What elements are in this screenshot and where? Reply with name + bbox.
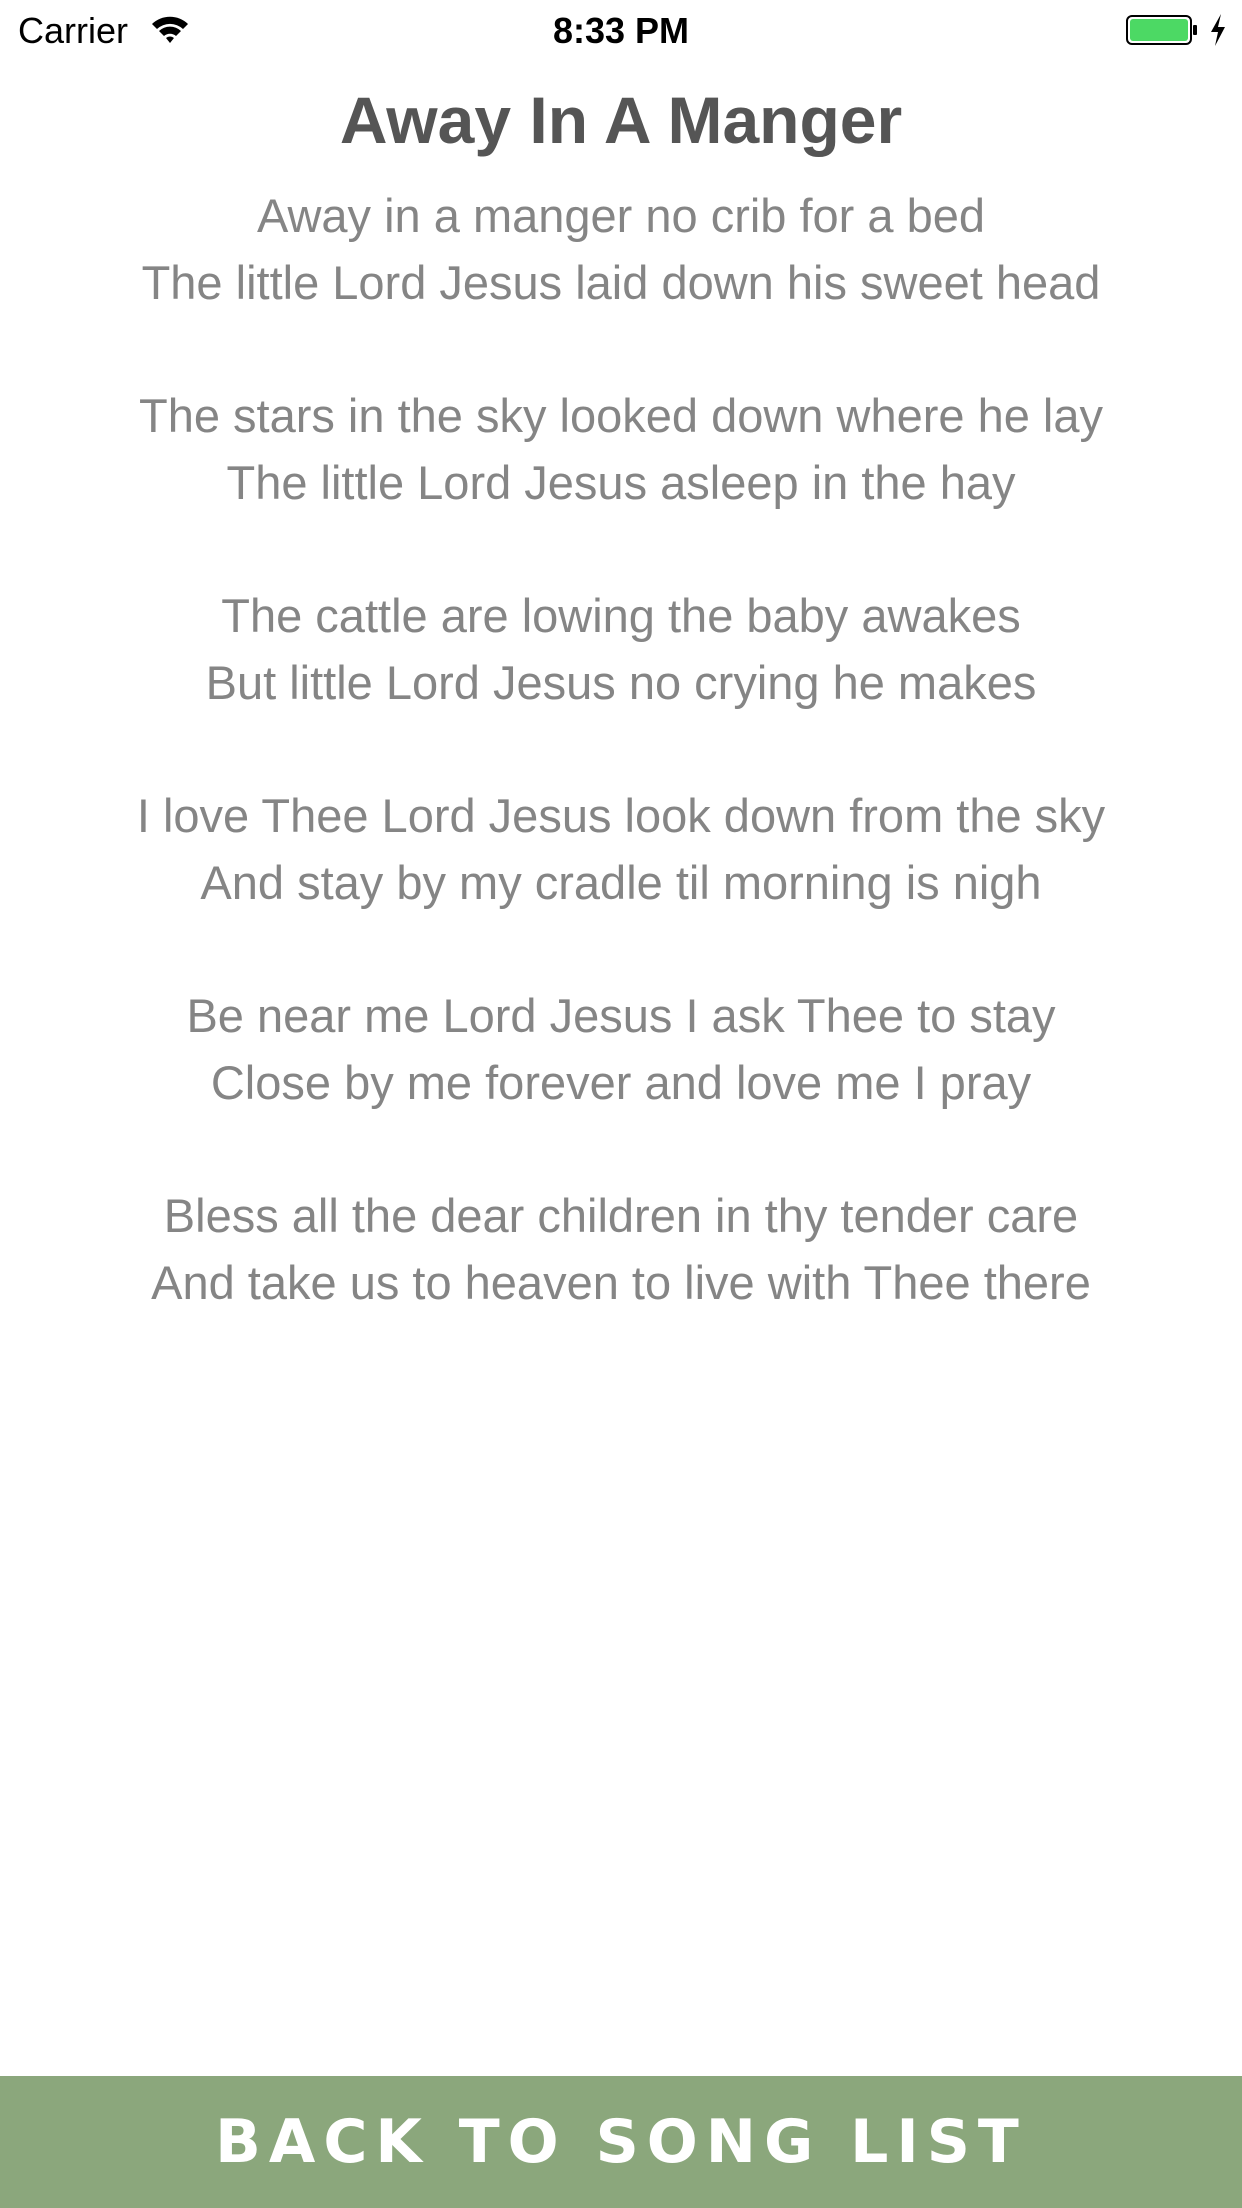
lyric-line: But little Lord Jesus no crying he makes: [205, 656, 1037, 709]
song-title: Away In A Manger: [339, 83, 903, 157]
lyric-line: The little Lord Jesus laid down his swee…: [141, 256, 1101, 309]
lyric-line: Bless all the dear children in thy tende…: [163, 1189, 1079, 1242]
lyric-line: The little Lord Jesus asleep in the hay: [226, 456, 1016, 509]
stanza: Be near me Lord Jesus I ask Thee to stay…: [0, 982, 1242, 1116]
lyric-line: Away in a manger no crib for a bed: [256, 189, 986, 242]
status-bar: Carrier 8:33 PM: [0, 0, 1242, 60]
charging-bolt-icon: [1211, 14, 1225, 46]
stanza: The stars in the sky looked down where h…: [0, 382, 1242, 516]
back-to-song-list-button[interactable]: BACK TO SONG LIST: [0, 2076, 1242, 2208]
lyric-line: Be near me Lord Jesus I ask Thee to stay: [186, 989, 1056, 1042]
lyric-line: Close by me forever and love me I pray: [210, 1056, 1032, 1109]
lyric-line: I love Thee Lord Jesus look down from th…: [136, 789, 1106, 842]
battery-icon: [1126, 15, 1197, 45]
stanza: Away in a manger no crib for a bed The l…: [0, 182, 1242, 316]
stanza: The cattle are lowing the baby awakes Bu…: [0, 582, 1242, 716]
stanza: I love Thee Lord Jesus look down from th…: [0, 782, 1242, 916]
status-time: 8:33 PM: [552, 10, 690, 51]
lyric-line: The stars in the sky looked down where h…: [138, 389, 1103, 442]
lyric-line: And take us to heaven to live with Thee …: [151, 1256, 1091, 1309]
lyric-line: The cattle are lowing the baby awakes: [221, 589, 1021, 642]
lyric-line: And stay by my cradle til morning is nig…: [200, 856, 1042, 909]
lyrics: Away in a manger no crib for a bed The l…: [0, 182, 1242, 1382]
stanza: Bless all the dear children in thy tende…: [0, 1182, 1242, 1316]
